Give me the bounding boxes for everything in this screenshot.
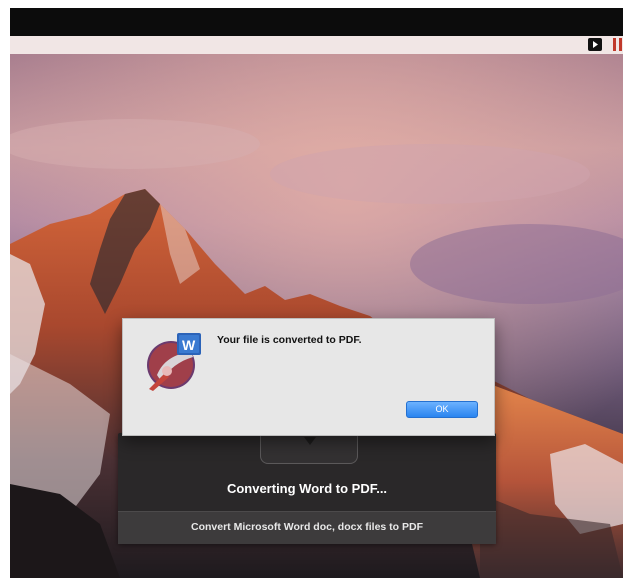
menu-bar bbox=[10, 36, 623, 54]
converting-status: Converting Word to PDF... bbox=[226, 481, 388, 496]
word-to-pdf-app-icon: W bbox=[143, 331, 205, 393]
pause-icon[interactable] bbox=[613, 38, 623, 51]
alert-message: Your file is converted to PDF. bbox=[217, 334, 362, 346]
play-icon[interactable] bbox=[588, 38, 602, 51]
converter-panel: Converting Word to PDF... Convert Micros… bbox=[118, 433, 496, 544]
chevron-down-icon bbox=[304, 437, 316, 445]
ok-button[interactable]: OK bbox=[406, 401, 478, 418]
converter-footer: Convert Microsoft Word doc, docx files t… bbox=[118, 511, 496, 544]
top-black-bar bbox=[10, 8, 623, 36]
alert-dialog: W Your file is converted to PDF. OK bbox=[122, 318, 495, 436]
converter-footer-text: Convert Microsoft Word doc, docx files t… bbox=[191, 521, 423, 533]
svg-text:W: W bbox=[182, 337, 196, 353]
